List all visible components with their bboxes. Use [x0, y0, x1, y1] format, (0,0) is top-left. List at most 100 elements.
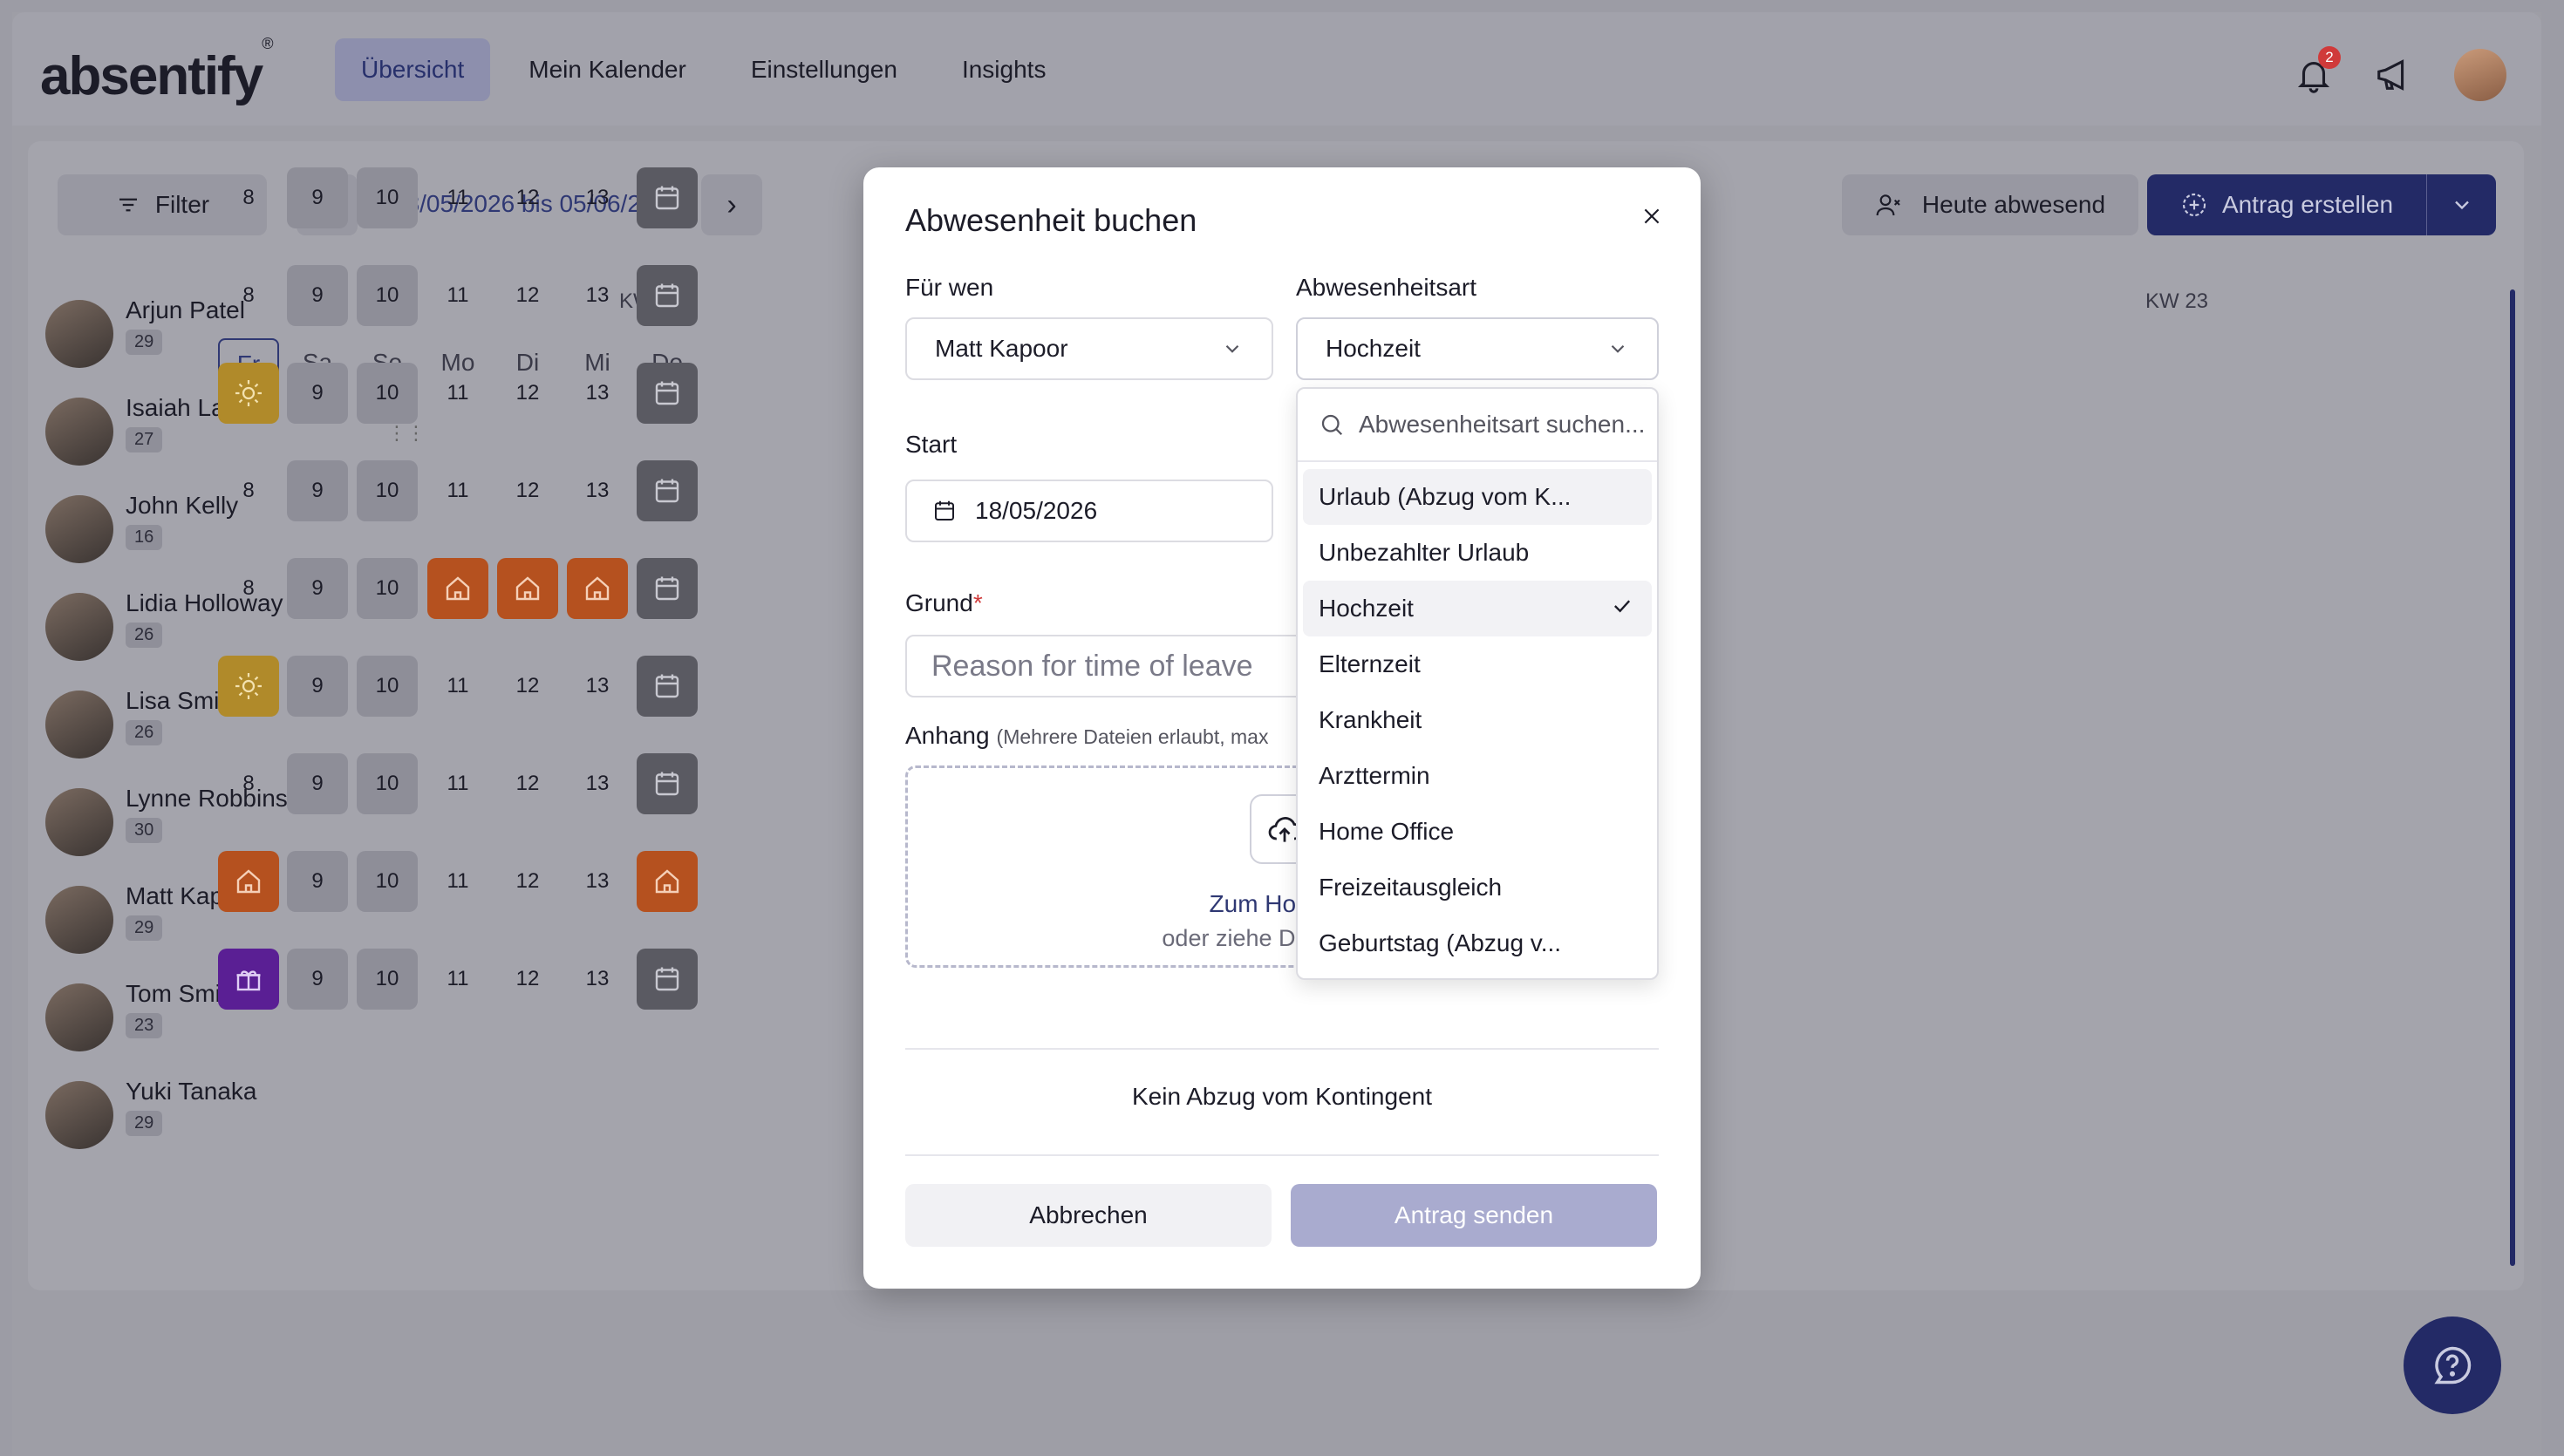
day-cell[interactable]: 9 [287, 460, 348, 521]
day-cell[interactable]: 10 [357, 167, 418, 228]
day-cell[interactable]: 8 [218, 558, 279, 619]
absence-type-option[interactable]: Krankheit [1303, 692, 1652, 748]
absence-type-option[interactable]: Freizeitausgleich [1303, 860, 1652, 915]
attachment-label-text: Anhang [905, 722, 990, 749]
for-whom-select[interactable]: Matt Kapoor [905, 317, 1273, 380]
day-cell[interactable]: 13 [567, 167, 628, 228]
vacation-sun-icon[interactable] [218, 363, 279, 424]
day-cell[interactable]: 10 [357, 851, 418, 912]
submit-request-button[interactable]: Antrag senden [1291, 1184, 1657, 1247]
home-office-icon[interactable] [637, 851, 698, 912]
day-cell[interactable]: 10 [357, 363, 418, 424]
reason-label-text: Grund [905, 589, 973, 616]
absence-type-select[interactable]: Hochzeit [1296, 317, 1659, 380]
absence-type-option[interactable]: Urlaub (Abzug vom K... [1303, 469, 1652, 525]
create-request-dropdown[interactable] [2426, 174, 2496, 235]
remaining-days-badge: 27 [126, 427, 163, 452]
day-cell[interactable]: 12 [497, 167, 558, 228]
day-cell[interactable]: 11 [427, 265, 488, 326]
absent-today-button[interactable]: Heute abwesend [1842, 174, 2138, 235]
home-office-icon[interactable] [427, 558, 488, 619]
day-cell[interactable]: 10 [357, 753, 418, 814]
day-cell[interactable]: 12 [497, 949, 558, 1010]
day-cell[interactable]: 13 [567, 460, 628, 521]
day-cell[interactable]: 8 [218, 753, 279, 814]
gift-icon[interactable] [218, 949, 279, 1010]
day-cell[interactable]: 11 [427, 167, 488, 228]
day-cell[interactable]: 12 [497, 363, 558, 424]
day-cell[interactable]: 9 [287, 851, 348, 912]
day-cell[interactable]: 10 [357, 460, 418, 521]
megaphone-icon[interactable] [2374, 55, 2414, 95]
calendar-icon[interactable] [637, 753, 698, 814]
vacation-sun-icon[interactable] [218, 656, 279, 717]
calendar-icon[interactable] [637, 656, 698, 717]
absence-type-option[interactable]: Geburtstag (Abzug v... [1303, 915, 1652, 971]
avatar [45, 593, 113, 661]
nav-insights[interactable]: Insights [936, 38, 1073, 101]
day-cell[interactable]: 9 [287, 363, 348, 424]
nav-settings[interactable]: Einstellungen [725, 38, 924, 101]
day-cell[interactable]: 12 [497, 656, 558, 717]
calendar-icon[interactable] [637, 363, 698, 424]
day-cell[interactable]: 13 [567, 949, 628, 1010]
absence-type-option[interactable]: Unbezahlter Urlaub [1303, 525, 1652, 581]
user-avatar[interactable] [2454, 49, 2506, 101]
day-cell[interactable]: 9 [287, 753, 348, 814]
day-cell[interactable]: 9 [287, 558, 348, 619]
day-cell[interactable]: 9 [287, 656, 348, 717]
day-cell[interactable]: 8 [218, 460, 279, 521]
day-cell[interactable]: 9 [287, 265, 348, 326]
calendar-icon[interactable] [637, 558, 698, 619]
day-cell[interactable]: 10 [357, 558, 418, 619]
bell-icon[interactable]: 2 [2294, 46, 2341, 95]
day-cell[interactable]: 9 [287, 167, 348, 228]
drag-handle-icon[interactable]: ⋮⋮ [387, 422, 426, 445]
day-cell[interactable]: 12 [497, 851, 558, 912]
day-cell[interactable]: 12 [497, 460, 558, 521]
create-request-button[interactable]: Antrag erstellen [2147, 174, 2496, 235]
day-cell[interactable]: 8 [218, 167, 279, 228]
day-cell[interactable]: 11 [427, 949, 488, 1010]
logo[interactable]: absentify® [40, 35, 274, 107]
absence-type-search-input[interactable] [1359, 411, 1647, 439]
day-cell[interactable]: 11 [427, 656, 488, 717]
close-icon[interactable] [1634, 199, 1669, 234]
day-cell[interactable]: 10 [357, 656, 418, 717]
day-cell[interactable]: 13 [567, 753, 628, 814]
notification-badge: 2 [2318, 46, 2341, 69]
cancel-button[interactable]: Abbrechen [905, 1184, 1272, 1247]
day-cell[interactable]: 12 [497, 265, 558, 326]
calendar-icon[interactable] [637, 167, 698, 228]
calendar-icon[interactable] [637, 265, 698, 326]
day-cell[interactable]: 11 [427, 851, 488, 912]
day-cell[interactable]: 12 [497, 753, 558, 814]
day-cell[interactable]: 13 [567, 363, 628, 424]
home-office-icon[interactable] [218, 851, 279, 912]
day-cell[interactable]: 10 [357, 949, 418, 1010]
start-date-input[interactable]: 18/05/2026 [905, 480, 1273, 542]
day-cell[interactable]: 9 [287, 949, 348, 1010]
absence-type-option[interactable]: Home Office [1303, 804, 1652, 860]
day-cell[interactable]: 8 [218, 265, 279, 326]
day-cell[interactable]: 13 [567, 656, 628, 717]
day-cell[interactable]: 11 [427, 460, 488, 521]
day-cell[interactable]: 11 [427, 363, 488, 424]
absence-type-option[interactable]: Elternzeit [1303, 636, 1652, 692]
next-range-button[interactable]: › [701, 174, 762, 235]
day-cell[interactable]: 13 [567, 851, 628, 912]
person-row[interactable]: Yuki Tanaka 29 [28, 1064, 377, 1161]
day-cell[interactable]: 10 [357, 265, 418, 326]
nav-my-calendar[interactable]: Mein Kalender [502, 38, 713, 101]
calendar-icon[interactable] [637, 949, 698, 1010]
calendar-icon[interactable] [637, 460, 698, 521]
nav-overview[interactable]: Übersicht [335, 38, 491, 101]
absence-type-option[interactable]: Hochzeit [1303, 581, 1652, 636]
home-office-icon[interactable] [497, 558, 558, 619]
help-chat-button[interactable] [2404, 1317, 2501, 1414]
absence-type-option[interactable]: Arzttermin [1303, 748, 1652, 804]
day-cell[interactable]: 11 [427, 753, 488, 814]
home-office-icon[interactable] [567, 558, 628, 619]
day-cell[interactable]: 13 [567, 265, 628, 326]
vertical-scrollbar[interactable] [2510, 289, 2515, 1266]
